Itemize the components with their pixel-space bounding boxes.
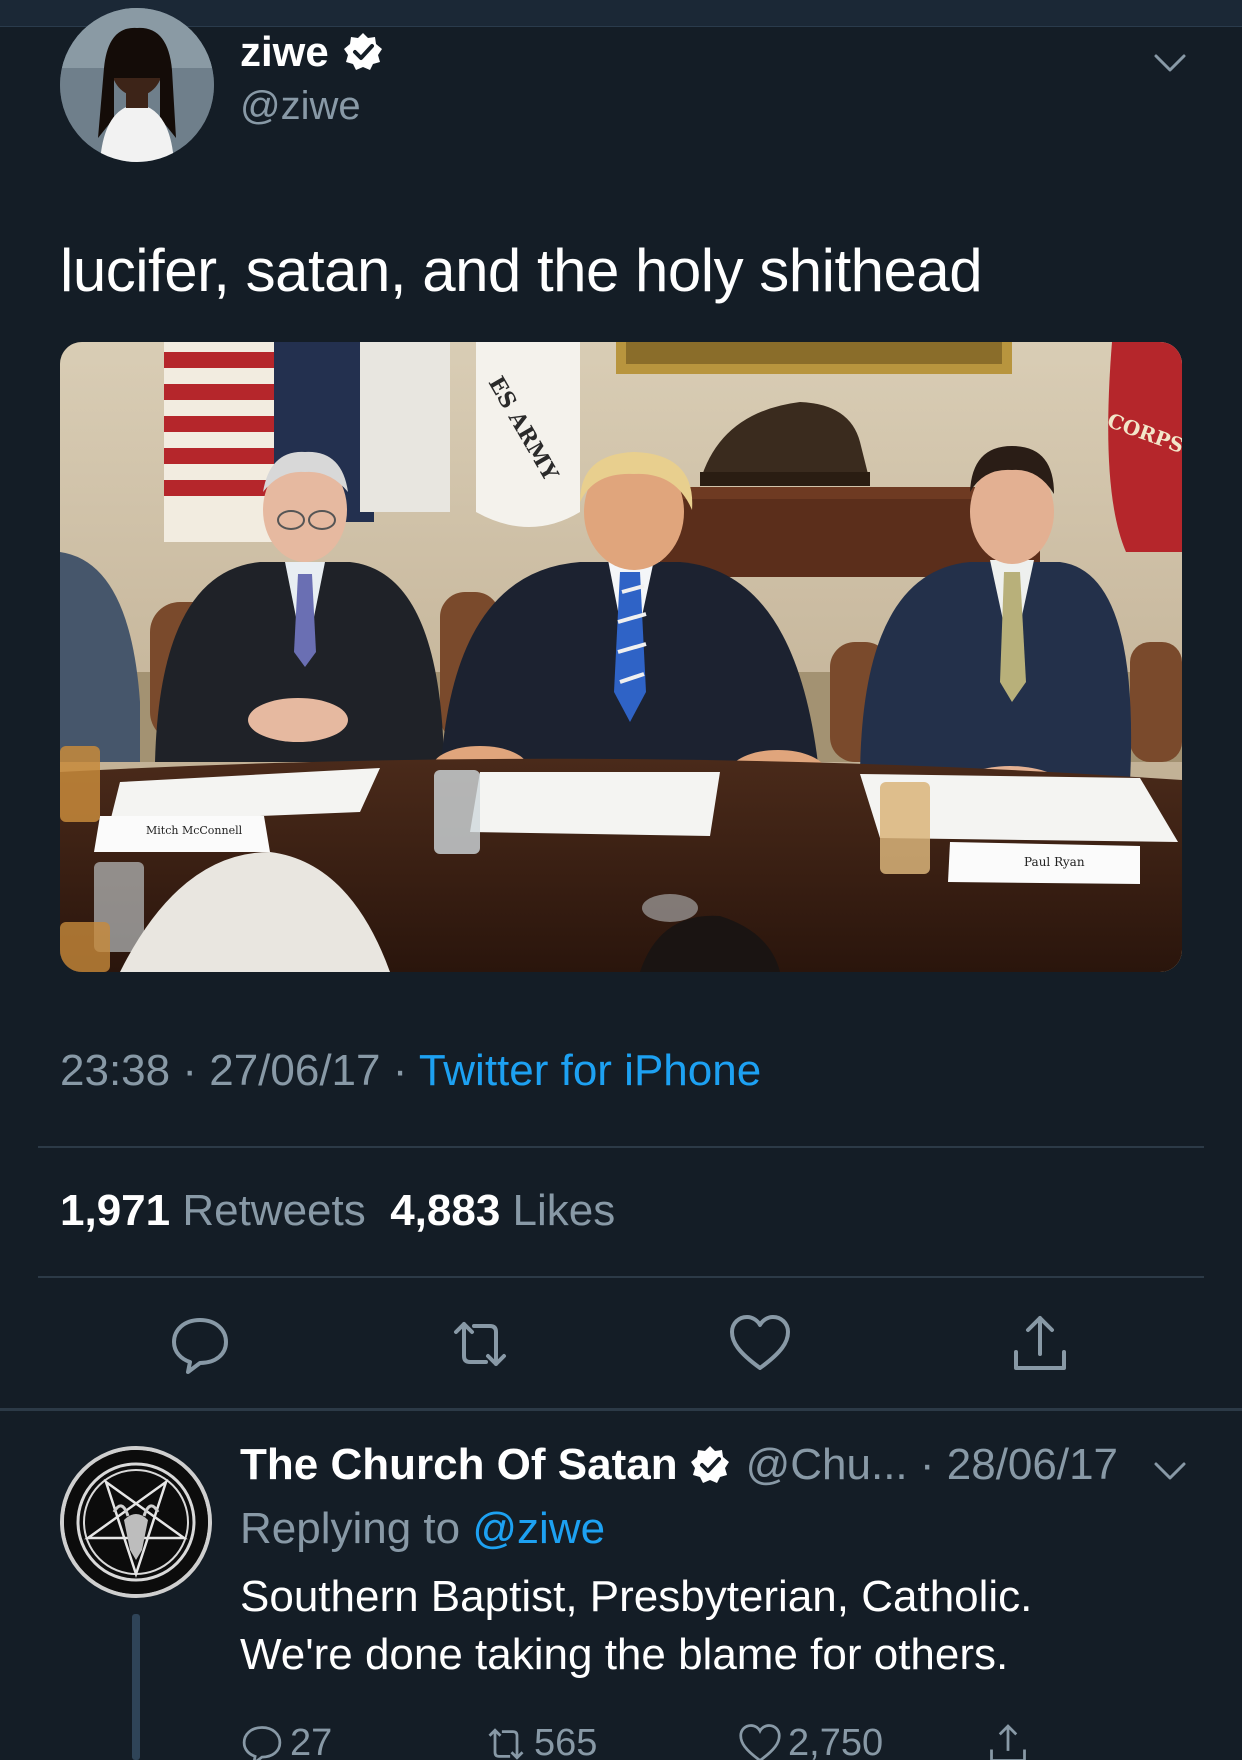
tweet-photo[interactable]: ES ARMY CORPS Mitch McConnell Paul Ryan xyxy=(60,342,1182,972)
tweet-source-link[interactable]: Twitter for iPhone xyxy=(419,1046,761,1095)
verified-badge-icon xyxy=(690,1445,730,1485)
tweet-stats: 1,971 Retweets 4,883 Likes xyxy=(60,1186,615,1236)
author-handle[interactable]: @ziwe xyxy=(240,84,361,129)
replying-to-handle-link[interactable]: @ziwe xyxy=(472,1504,605,1553)
author-name-row[interactable]: ziwe xyxy=(240,28,383,76)
tweet-time: 23:38 xyxy=(60,1046,171,1095)
retweet-icon xyxy=(488,1728,524,1760)
retweet-count: 565 xyxy=(534,1722,598,1760)
reply-share-button[interactable] xyxy=(986,1722,1036,1760)
reply-text: Southern Baptist, Presbyterian, Catholic… xyxy=(240,1568,1140,1684)
author-avatar[interactable] xyxy=(60,8,214,162)
share-icon[interactable] xyxy=(1008,1312,1072,1376)
divider xyxy=(38,1146,1204,1148)
status-bar xyxy=(0,0,1242,27)
reply-author-name[interactable]: The Church Of Satan xyxy=(240,1440,678,1490)
reply-icon[interactable] xyxy=(168,1312,232,1376)
divider xyxy=(38,1276,1204,1278)
like-count: 2,750 xyxy=(788,1722,884,1760)
reply-text-line: Southern Baptist, Presbyterian, Catholic… xyxy=(240,1572,1033,1621)
like-icon[interactable] xyxy=(728,1312,792,1376)
reply-action-bar: 27 565 2,750 xyxy=(0,1716,1242,1760)
reply-header: The Church Of Satan @Chu... · 28/06/17 xyxy=(240,1440,1118,1490)
retweets-stat[interactable]: 1,971 Retweets xyxy=(60,1186,366,1235)
tweet-timestamp: 23:38 · 27/06/17 · Twitter for iPhone xyxy=(60,1046,762,1095)
replying-to: Replying to @ziwe xyxy=(240,1504,606,1553)
chevron-down-icon[interactable] xyxy=(1150,1450,1190,1490)
reply-author-avatar[interactable] xyxy=(60,1446,212,1598)
chevron-down-icon[interactable] xyxy=(1150,42,1190,82)
share-icon xyxy=(990,1724,1026,1760)
photo-placard-left: Mitch McConnell xyxy=(146,824,243,837)
retweet-icon[interactable] xyxy=(448,1312,512,1376)
reply-reply-button[interactable]: 27 xyxy=(240,1722,332,1760)
tweet-date: 27/06/17 xyxy=(209,1046,381,1095)
reply-retweet-button[interactable]: 565 xyxy=(484,1722,597,1760)
reply-count: 27 xyxy=(290,1722,333,1760)
photo-placard-right: Paul Ryan xyxy=(1024,855,1085,869)
reply-like-button[interactable]: 2,750 xyxy=(738,1722,883,1760)
reply-handle-date[interactable]: @Chu... · 28/06/17 xyxy=(746,1440,1118,1490)
likes-stat[interactable]: 4,883 Likes xyxy=(390,1186,615,1235)
reply-text-line: We're done taking the blame for others. xyxy=(240,1630,1009,1679)
verified-badge-icon xyxy=(343,32,383,72)
reply-icon xyxy=(242,1726,282,1760)
tweet-text: lucifer, satan, and the holy shithead xyxy=(60,237,983,304)
like-icon xyxy=(739,1724,781,1760)
author-name[interactable]: ziwe xyxy=(240,28,329,76)
section-divider xyxy=(0,1408,1242,1411)
